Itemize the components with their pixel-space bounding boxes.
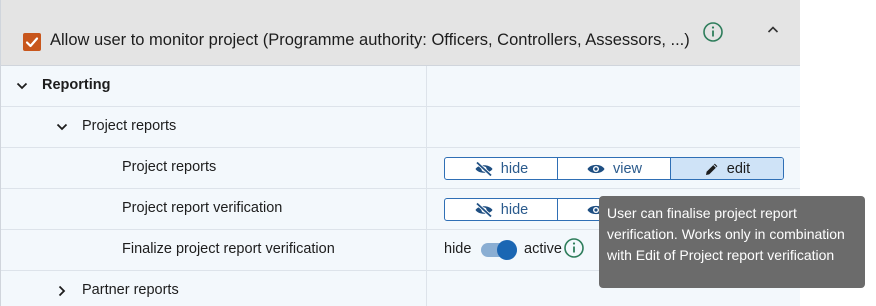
view-option[interactable]: view (558, 158, 671, 179)
eye-icon (587, 164, 605, 173)
pencil-icon (705, 163, 718, 175)
hide-option[interactable]: hide (445, 199, 558, 220)
chevron-down-icon[interactable] (15, 79, 29, 98)
section-project-reports-label: Project reports (82, 118, 177, 134)
monitor-project-checkbox[interactable] (23, 33, 41, 51)
chevron-down-icon[interactable] (55, 120, 69, 139)
info-circle-icon[interactable] (563, 237, 585, 264)
view-label: view (612, 160, 642, 177)
eye-slash-icon (475, 160, 493, 177)
toggle-on-label: active (524, 241, 562, 257)
chevron-up-icon[interactable] (765, 22, 781, 43)
permission-title: Allow user to monitor project (Programme… (50, 31, 690, 49)
section-reporting[interactable]: Reporting (1, 66, 800, 107)
toggle-knob (497, 240, 517, 260)
permission-row-project-reports: Project reports hide view edit (1, 148, 800, 189)
hide-label: hide (500, 160, 529, 177)
row-label: Finalize project report verification (122, 241, 335, 257)
edit-option[interactable]: edit (671, 158, 783, 179)
info-circle-icon[interactable] (702, 21, 724, 48)
row-label: Project reports (122, 159, 217, 175)
tooltip-text: User can finalise project report verific… (607, 205, 845, 263)
chevron-right-icon[interactable] (55, 284, 69, 303)
section-project-reports[interactable]: Project reports (1, 107, 800, 148)
section-partner-reports-label: Partner reports (82, 282, 179, 298)
permission-header[interactable]: Allow user to monitor project (Programme… (1, 0, 800, 66)
hide-label: hide (500, 201, 529, 218)
row-label: Project report verification (122, 200, 283, 216)
toggle-off-label: hide (444, 241, 472, 257)
section-reporting-label: Reporting (42, 77, 111, 93)
finalize-toggle-switch[interactable] (481, 240, 517, 260)
access-level-toggle: hide view edit (444, 157, 784, 180)
hide-option[interactable]: hide (445, 158, 558, 179)
info-tooltip: User can finalise project report verific… (599, 196, 865, 288)
edit-label: edit (726, 160, 751, 177)
checkmark-icon (25, 37, 39, 48)
eye-slash-icon (475, 201, 493, 218)
